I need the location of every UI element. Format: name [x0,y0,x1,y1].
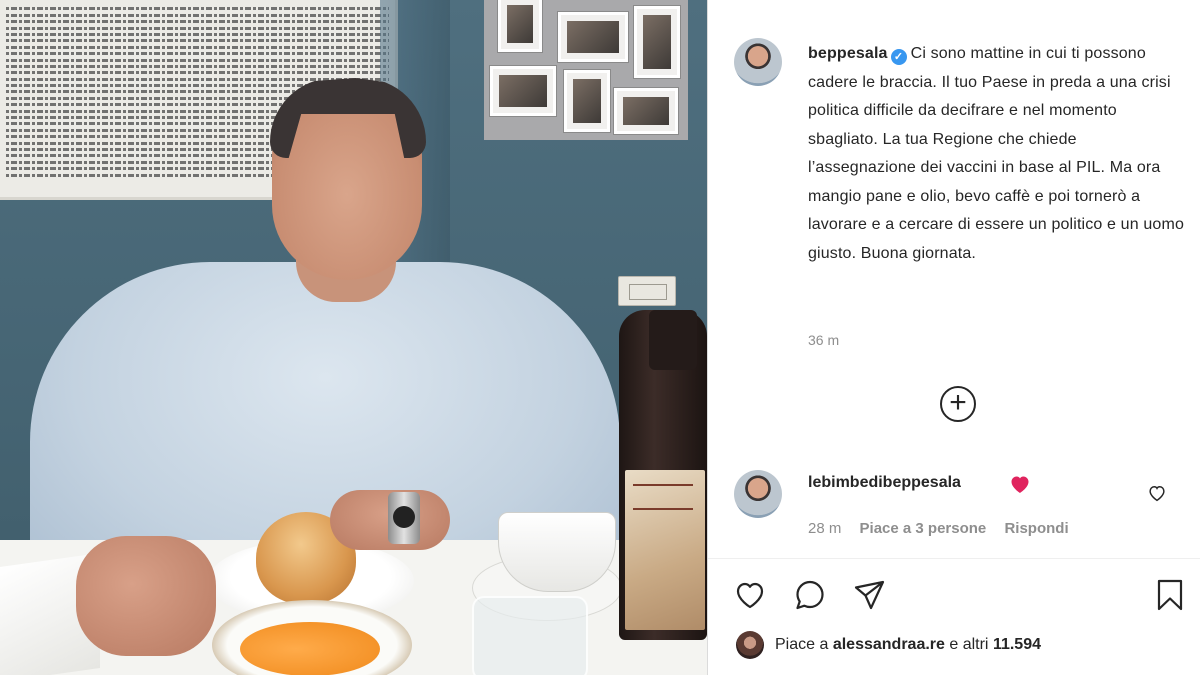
reply-button[interactable]: Rispondi [1004,520,1068,537]
share-icon[interactable] [852,577,888,613]
post-timestamp[interactable]: 36 m [808,332,839,348]
comment-meta: 28 m Piace a 3 persone Rispondi [808,520,1083,537]
commenter-username[interactable]: lebimbedibeppesala [808,474,961,492]
light-switch [618,276,676,306]
verified-badge-icon: ✓ [890,49,907,65]
bottle-label [625,470,705,630]
red-heart-emoji-icon [1008,472,1032,496]
author-username[interactable]: beppesala [808,45,888,62]
author-avatar[interactable] [734,38,782,86]
bookmark-icon[interactable] [1152,577,1188,613]
caption-text: Ci sono mattine in cui ti possono cadere… [808,45,1185,262]
heart-icon[interactable] [732,577,768,613]
orange-slices [240,622,380,675]
likes-count[interactable]: 11.594 [993,636,1041,654]
likes-prefix: Piace a [775,636,829,653]
comment-likes-count[interactable]: Piace a 3 persone [860,520,987,537]
water-glass [472,596,588,675]
divider [708,558,1200,559]
comment-icon[interactable] [792,577,828,613]
oil-bottle-neck [649,310,697,370]
load-more-comments-button[interactable]: + [940,386,976,422]
photo-frames [484,0,688,140]
post-photo[interactable] [0,0,707,675]
likes-connector: e altri [949,636,989,653]
liker-username[interactable]: alessandraa.re [833,636,945,654]
comment-timestamp[interactable]: 28 m [808,520,841,537]
likes-summary: Piace a alessandraa.re e altri 11.594 [736,630,1041,660]
post-side-panel: beppesala ✓ Ci sono mattine in cui ti poss… [707,0,1200,675]
commenter-avatar[interactable] [734,470,782,518]
post-caption: beppesala ✓ Ci sono mattine in cui ti poss… [808,40,1188,268]
comment-like-heart-icon[interactable] [1146,482,1168,504]
person-hand-left [76,536,216,656]
wristwatch [388,492,420,544]
liker-avatar[interactable] [736,631,764,659]
coffee-cup [498,512,616,592]
